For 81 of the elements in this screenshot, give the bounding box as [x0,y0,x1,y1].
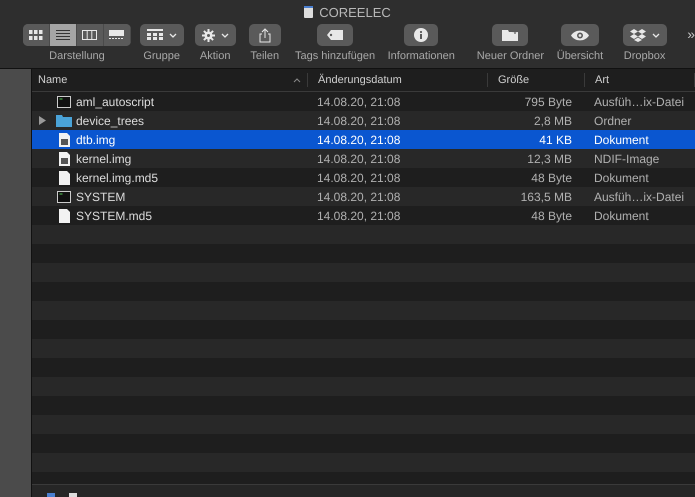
toolbar-button[interactable] [560,24,599,46]
toolbar-label: Informationen [388,50,455,62]
file-kind: Ordner [593,114,632,128]
file-row[interactable]: dtb.img 14.08.20, 21:08 41 KB Dokument [32,130,695,149]
toolbar-button[interactable] [248,24,281,46]
file-name: kernel.img.md5 [76,170,158,184]
modified-date: 14.08.20, 21:08 [316,152,402,166]
file-size: 795 Byte [524,94,573,108]
folder-icon [56,114,72,127]
toolbar-label: Tags hinzufügen [295,50,376,62]
info-icon [414,28,428,42]
list-icon [56,30,70,40]
document-icon [58,132,70,146]
group-icon [146,29,163,41]
disclosure-triangle-icon[interactable] [38,116,46,125]
column-header[interactable]: Größe [488,73,585,87]
toolbar-menu-button[interactable] [194,24,236,46]
file-kind: Ausfüh…ix-Datei [593,190,686,204]
file-row[interactable]: SYSTEM 14.08.20, 21:08 163,5 MB Ausfüh…ix-Datei [32,187,695,206]
modified-date: 14.08.20, 21:08 [316,132,402,146]
document-icon [58,152,70,166]
modified-date: 14.08.20, 21:08 [316,114,402,128]
toolbar-button[interactable] [492,24,528,46]
overflow-button[interactable]: » [687,26,695,42]
view-button[interactable] [50,24,77,46]
chevron-icon [168,32,177,38]
file-size: 12,3 MB [526,152,573,166]
document-icon [58,208,70,222]
column-header[interactable]: Art [585,73,695,87]
terminal-icon [57,96,71,108]
tag-icon [327,30,344,40]
gear-icon [202,28,215,42]
file-row[interactable]: device_trees 14.08.20, 21:08 2,8 MB Ordner [32,111,695,130]
document-icon [58,170,70,184]
columns-icon [82,30,98,40]
document-icon [69,493,77,497]
dropbox-icon [630,28,646,42]
window-title: COREELEC [319,4,391,20]
file-kind: Dokument [593,170,650,184]
file-kind: Dokument [593,132,650,146]
toolbar-label: Teilen [250,50,280,62]
grid-icon [28,30,43,40]
terminal-icon [57,190,71,202]
toolbar-menu-button[interactable] [622,24,667,46]
gallery-icon [109,30,124,40]
modified-date: 14.08.20, 21:08 [316,190,402,204]
chevron-icon [220,32,229,38]
eye-icon [570,30,589,40]
modified-date: 14.08.20, 21:08 [316,170,402,184]
toolbar-label: Gruppe [143,50,180,62]
toolbar-label: Dropbox [624,50,666,62]
file-name: dtb.img [76,132,116,146]
file-name: SYSTEM [76,190,126,204]
file-size: 41 KB [538,132,573,146]
column-header[interactable]: Änderungsdatum [308,73,488,87]
file-name: SYSTEM.md5 [76,208,152,222]
toolbar-label: Übersicht [556,50,604,62]
new-folder-icon [502,29,518,41]
modified-date: 14.08.20, 21:08 [316,94,402,108]
file-size: 48 Byte [530,170,573,184]
column-header[interactable]: Name [32,73,308,87]
file-kind: Ausfüh…ix-Datei [593,94,686,108]
chevron-icon [652,32,660,38]
toolbar-label: Aktion [200,50,230,62]
file-size: 48 Byte [530,208,573,222]
file-size: 163,5 MB [520,190,573,204]
modified-date: 14.08.20, 21:08 [316,208,402,222]
toolbar-label: Darstellung [49,50,105,62]
share-icon [258,28,271,42]
file-name: kernel.img [76,152,132,166]
toolbar-button[interactable] [317,24,354,46]
file-name: aml_autoscript [76,94,154,108]
file-size: 2,8 MB [532,114,573,128]
toolbar-button[interactable] [404,24,438,46]
file-name: device_trees [76,114,144,128]
toolbar-menu-button[interactable] [140,24,184,46]
file-kind: NDIF-Image [593,152,660,166]
toolbar-label: Neuer Ordner [476,50,544,62]
file-kind: Dokument [593,208,650,222]
file-row[interactable]: kernel.img 14.08.20, 21:08 12,3 MB NDIF-Image [32,149,695,168]
view-button[interactable] [22,24,50,46]
